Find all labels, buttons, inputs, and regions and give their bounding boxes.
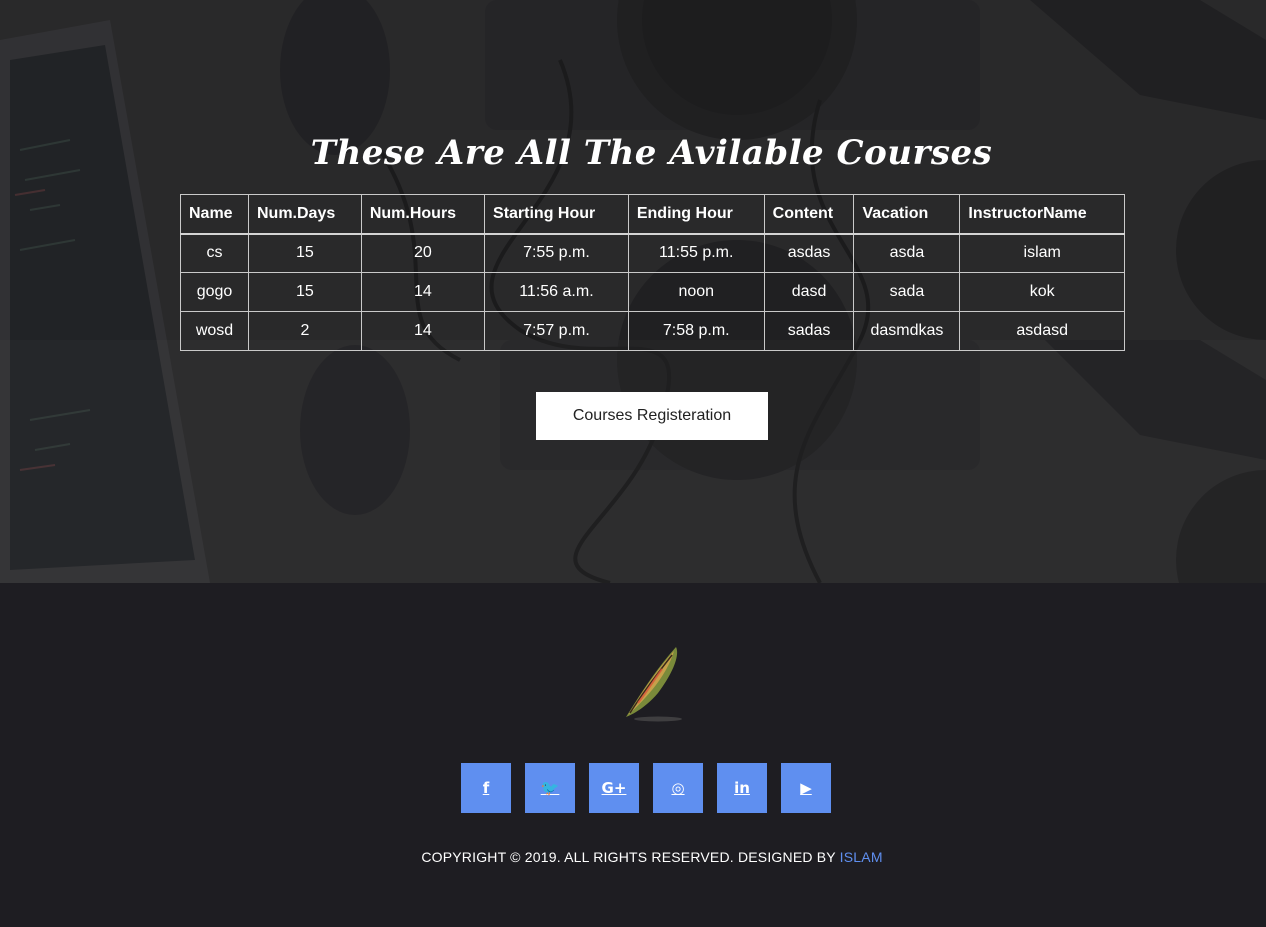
table-cell: 11:55 p.m. [627,233,765,273]
background-band [0,340,1266,583]
designer-link[interactable]: ISLAM [840,849,883,865]
table-row: gogo 15 14 11:56 a.m. noon dasd sada kok [180,272,1125,312]
column-header: Starting Hour [484,194,629,235]
column-header: InstructorName [959,194,1125,235]
google-plus-icon[interactable]: G+ [589,763,639,813]
column-header: Name [180,194,249,235]
instagram-icon[interactable]: ◎ [653,763,703,813]
footer: f 🐦 G+ ◎ in ▶ COPYRIGHT © 2019. ALL RIGHTS RE… [0,583,1266,927]
table-cell: 2 [248,311,362,351]
column-header: Content [763,194,855,235]
table-cell: sadas [763,311,855,351]
table-cell: kok [959,272,1125,312]
quill-feather-icon [626,647,682,722]
table-header-row: Name Num.Days Num.Hours Starting Hour Ending… [180,194,1125,235]
table-cell: noon [627,272,765,312]
table-cell: asdas [763,233,855,273]
table-cell: 7:58 p.m. [627,311,765,351]
table-cell: asdasd [959,311,1125,351]
table-cell: asda [853,233,961,273]
youtube-icon[interactable]: ▶ [781,763,831,813]
courses-table: Name Num.Days Num.Hours Starting Hour Ending… [180,194,1125,351]
table-cell: sada [853,272,961,312]
table-cell: dasd [763,272,855,312]
twitter-icon[interactable]: 🐦 [525,763,575,813]
linkedin-icon[interactable]: in [717,763,767,813]
table-cell: 15 [248,233,362,273]
table-row: cs 15 20 7:55 p.m. 11:55 p.m. asdas asda islam [180,233,1125,273]
copyright-label: COPYRIGHT © 2019. ALL RIGHTS RESERVED. D… [421,849,836,865]
column-header: Ending Hour [627,194,765,235]
column-header: Num.Days [248,194,362,235]
table-cell: gogo [180,272,249,312]
table-cell: 20 [360,233,486,273]
hero-section: These Are All The Avilable Courses Name N… [0,0,1266,583]
table-cell: islam [959,233,1125,273]
social-links: f 🐦 G+ ◎ in ▶ [461,763,831,813]
table-cell: dasmdkas [853,311,961,351]
column-header: Num.Hours [360,194,486,235]
table-cell: 7:57 p.m. [484,311,629,351]
table-row: wosd 2 14 7:57 p.m. 7:58 p.m. sadas dasmdkas as… [180,311,1125,351]
copyright-text: COPYRIGHT © 2019. ALL RIGHTS RESERVED. D… [0,849,1266,865]
page-title: These Are All The Avilable Courses [310,133,993,173]
table-cell: 15 [248,272,362,312]
table-cell: 7:55 p.m. [484,233,629,273]
table-cell: 11:56 a.m. [484,272,629,312]
courses-registration-button[interactable]: Courses Registeration [536,392,768,440]
table-cell: 14 [360,272,486,312]
table-cell: 14 [360,311,486,351]
facebook-icon[interactable]: f [461,763,511,813]
table-cell: wosd [180,311,249,351]
column-header: Vacation [853,194,961,235]
table-body: cs 15 20 7:55 p.m. 11:55 p.m. asdas asda islam g… [180,233,1125,351]
table-cell: cs [180,233,249,273]
